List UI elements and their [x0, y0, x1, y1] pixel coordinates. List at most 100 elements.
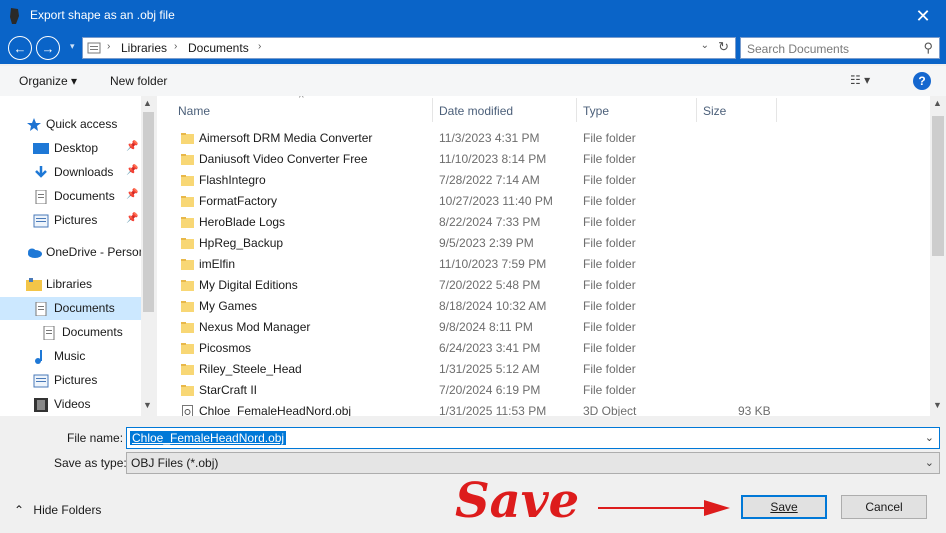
table-row[interactable]: FlashIntegro 7/28/2022 7:14 AM File folder: [177, 170, 717, 191]
file-type: File folder: [583, 278, 636, 292]
download-icon: [35, 166, 47, 178]
column-divider[interactable]: [432, 98, 433, 122]
file-type: File folder: [583, 194, 636, 208]
sidebar-item-desktop[interactable]: Desktop 📌: [0, 137, 142, 160]
sidebar-item-label: Pictures: [54, 213, 98, 227]
chevron-down-icon[interactable]: ⌄: [925, 431, 934, 444]
table-row[interactable]: My Digital Editions 7/20/2022 5:48 PM File…: [177, 275, 717, 296]
table-row[interactable]: Picosmos 6/24/2023 3:41 PM File folder: [177, 338, 717, 359]
close-button[interactable]: ✕: [900, 0, 946, 32]
save-type-select[interactable]: OBJ Files (*.obj) ⌄: [126, 452, 940, 474]
view-options-icon[interactable]: ☷ ▾: [850, 73, 870, 87]
sidebar-item-quick-access[interactable]: Quick access: [0, 113, 142, 136]
file-date: 8/22/2024 7:33 PM: [439, 215, 541, 229]
scrollbar-thumb[interactable]: [932, 116, 944, 256]
save-button-label: Save: [770, 500, 798, 514]
address-dropdown-icon[interactable]: ⌄: [701, 40, 709, 51]
table-row[interactable]: Chloe_FemaleHeadNord.obj 1/31/2025 11:53 …: [177, 401, 771, 416]
column-header-size[interactable]: Size: [703, 104, 726, 118]
search-icon[interactable]: ⚲: [923, 40, 933, 56]
new-folder-button[interactable]: New folder: [110, 74, 167, 88]
table-row[interactable]: HeroBlade Logs 8/22/2024 7:33 PM File fold…: [177, 212, 717, 233]
table-row[interactable]: FormatFactory 10/27/2023 11:40 PM File fol…: [177, 191, 717, 212]
folder-icon: [181, 301, 194, 312]
sidebar-item-libraries[interactable]: Libraries: [0, 273, 142, 296]
column-divider[interactable]: [576, 98, 577, 122]
table-row[interactable]: Nexus Mod Manager 9/8/2024 8:11 PM File fo…: [177, 317, 717, 338]
column-header-name[interactable]: Name: [178, 104, 210, 118]
file-name: FormatFactory: [199, 194, 278, 208]
column-divider[interactable]: [696, 98, 697, 122]
folder-icon: [181, 154, 194, 165]
file-name: Nexus Mod Manager: [199, 320, 311, 334]
folder-icon: [181, 196, 194, 207]
file-name-input[interactable]: Chloe_FemaleHeadNord.obj ⌄: [126, 427, 940, 449]
sidebar-item-pictures-quick[interactable]: Pictures 📌: [0, 209, 142, 232]
scroll-down-icon[interactable]: ▼: [143, 400, 152, 410]
save-type-label: Save as type:: [54, 456, 127, 470]
hide-folders-button[interactable]: ⌃ Hide Folders: [14, 503, 101, 517]
cancel-button[interactable]: Cancel: [841, 495, 927, 519]
sidebar-item-label: Pictures: [54, 373, 98, 387]
chevron-down-icon[interactable]: ⌄: [925, 456, 934, 469]
sidebar-item-onedrive[interactable]: OneDrive - Person: [0, 241, 145, 264]
scroll-up-icon[interactable]: ▲: [933, 98, 942, 108]
file-type: File folder: [583, 257, 636, 271]
file-name: Riley_Steele_Head: [199, 362, 302, 376]
sidebar-item-documents-sub[interactable]: Documents: [0, 321, 142, 344]
file-name-value[interactable]: Chloe_FemaleHeadNord.obj: [130, 431, 287, 445]
sidebar-item-documents-quick[interactable]: Documents 📌: [0, 185, 142, 208]
search-input[interactable]: Search Documents ⚲: [740, 37, 940, 59]
sidebar-item-videos[interactable]: Videos: [0, 393, 142, 416]
table-row[interactable]: My Games 8/18/2024 10:32 AM File folder: [177, 296, 717, 317]
folder-icon: [181, 280, 194, 291]
table-row[interactable]: Daniusoft Video Converter Free 11/10/2023…: [177, 149, 717, 170]
back-button[interactable]: ←: [8, 36, 32, 60]
table-row[interactable]: StarCraft II 7/20/2024 6:19 PM File folder: [177, 380, 717, 401]
sidebar-scrollbar[interactable]: ▲ ▼: [141, 96, 156, 416]
scrollbar-thumb[interactable]: [143, 112, 154, 312]
folder-icon: [181, 217, 194, 228]
refresh-icon[interactable]: ↻: [718, 39, 729, 55]
sidebar-item-music[interactable]: Music: [0, 345, 142, 368]
address-bar[interactable]: › Libraries › Documents › ⌄ ↻: [82, 37, 736, 59]
file-date: 9/5/2023 2:39 PM: [439, 236, 534, 250]
chevron-up-icon: ⌃: [14, 503, 25, 517]
sidebar-item-documents-library[interactable]: Documents: [0, 297, 142, 320]
column-header-date[interactable]: Date modified: [439, 104, 513, 118]
sidebar-item-label: Desktop: [54, 141, 99, 155]
title-bar: Export shape as an .obj file ✕: [0, 0, 946, 32]
scroll-up-icon[interactable]: ▲: [143, 98, 152, 108]
table-row[interactable]: HpReg_Backup 9/5/2023 2:39 PM File folder: [177, 233, 717, 254]
help-button[interactable]: ?: [913, 72, 931, 90]
hide-folders-label: Hide Folders: [33, 503, 102, 517]
scroll-down-icon[interactable]: ▼: [933, 400, 942, 410]
pin-icon: 📌: [126, 165, 139, 176]
file-date: 6/24/2023 3:41 PM: [439, 341, 541, 355]
recent-locations-button[interactable]: ▾: [70, 41, 75, 52]
column-header-type[interactable]: Type: [583, 104, 609, 118]
music-icon: [35, 350, 42, 364]
folder-icon: [181, 259, 194, 270]
column-divider[interactable]: [776, 98, 777, 122]
sidebar-item-downloads[interactable]: Downloads 📌: [0, 161, 142, 184]
table-row[interactable]: Aimersoft DRM Media Converter 11/3/2023 4…: [177, 128, 717, 149]
breadcrumb-libraries[interactable]: Libraries: [121, 41, 167, 55]
file-list-scrollbar[interactable]: ▲ ▼: [930, 96, 946, 416]
forward-button[interactable]: →: [36, 36, 60, 60]
table-row[interactable]: Riley_Steele_Head 1/31/2025 5:12 AM File f…: [177, 359, 717, 380]
sidebar-item-label: Documents: [62, 325, 123, 339]
organize-button[interactable]: Organize ▾: [19, 74, 77, 88]
file-date: 11/10/2023 8:14 PM: [439, 152, 547, 166]
file-date: 7/20/2022 5:48 PM: [439, 278, 541, 292]
table-row[interactable]: imElfin 11/10/2023 7:59 PM File folder: [177, 254, 717, 275]
sidebar-item-label: Libraries: [46, 277, 93, 291]
save-button[interactable]: Save: [741, 495, 827, 519]
breadcrumb-separator[interactable]: ›: [258, 41, 261, 52]
breadcrumb-documents[interactable]: Documents: [188, 41, 249, 55]
file-type: File folder: [583, 152, 636, 166]
search-placeholder: Search Documents: [747, 42, 850, 56]
pictures-icon: [33, 374, 49, 388]
sidebar-item-pictures-library[interactable]: Pictures: [0, 369, 142, 392]
documents-icon: [35, 302, 47, 316]
